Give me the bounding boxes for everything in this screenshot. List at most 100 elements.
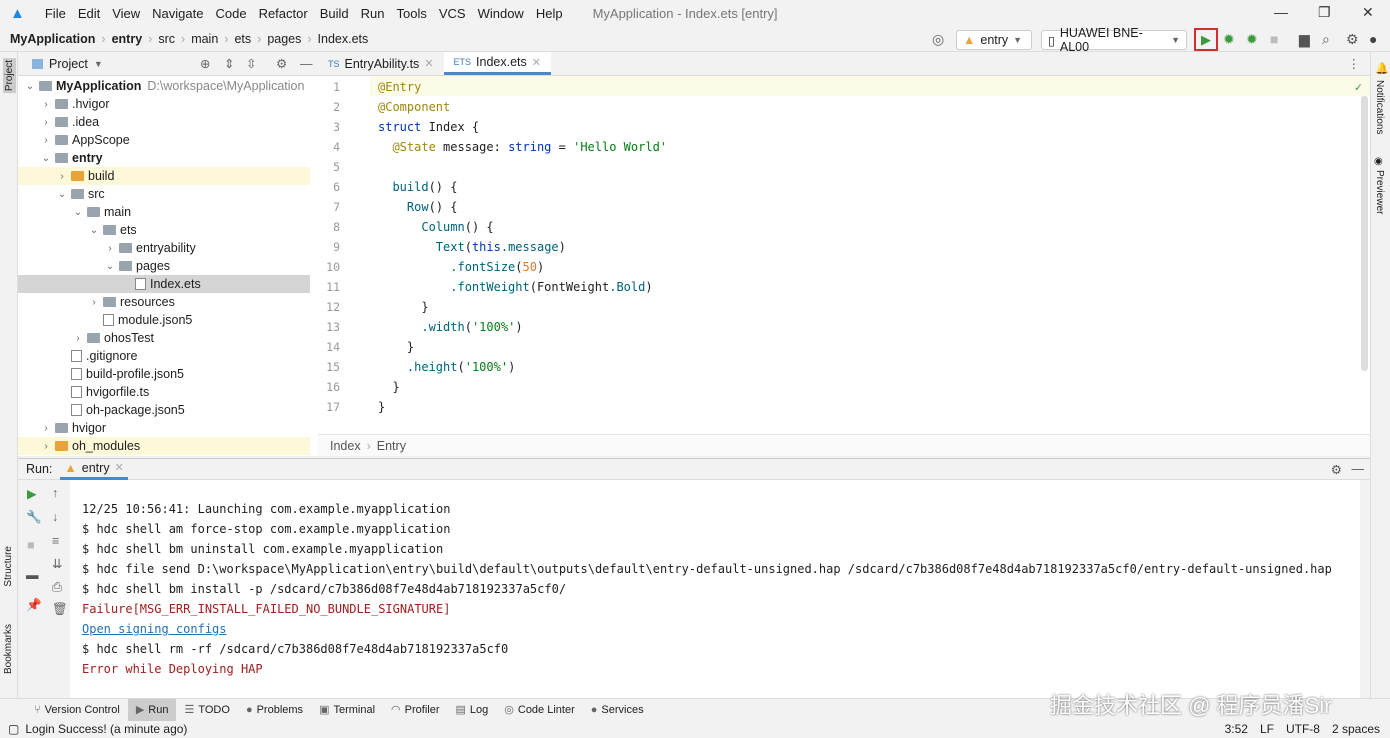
- chevron-right-icon[interactable]: ›: [40, 99, 52, 110]
- locate-icon[interactable]: ⊕: [200, 56, 210, 71]
- menu-vcs[interactable]: VCS: [433, 6, 472, 21]
- tool-tab-project[interactable]: Project: [3, 58, 16, 94]
- account-icon[interactable]: ●: [1369, 31, 1377, 47]
- open-signing-configs-link[interactable]: Open signing configs: [82, 622, 227, 636]
- menu-file[interactable]: File: [39, 6, 72, 21]
- breadcrumb-item[interactable]: src: [158, 32, 175, 46]
- chevron-down-icon[interactable]: ⌄: [40, 153, 52, 164]
- tree-item[interactable]: ⌄ pages: [18, 257, 310, 275]
- menu-run[interactable]: Run: [355, 6, 391, 21]
- tree-item[interactable]: › ohosTest: [18, 329, 310, 347]
- chevron-down-icon[interactable]: ⌄: [88, 225, 100, 236]
- breadcrumb-item[interactable]: ets: [234, 32, 251, 46]
- soft-wrap-icon[interactable]: ≡: [52, 534, 59, 548]
- chevron-down-icon[interactable]: ⌄: [72, 207, 84, 218]
- minimize-button[interactable]: —: [1274, 4, 1288, 20]
- tree-item[interactable]: › oh_modules: [18, 437, 310, 455]
- chevron-down-icon[interactable]: ⌄: [56, 189, 68, 200]
- tool-button-terminal[interactable]: ▣ Terminal: [311, 699, 383, 721]
- tree-item[interactable]: hvigorfile.ts: [18, 383, 310, 401]
- wrench-icon[interactable]: 🔧: [26, 510, 42, 525]
- tree-item[interactable]: oh-package.json5: [18, 401, 310, 419]
- chevron-right-icon[interactable]: ›: [40, 135, 52, 146]
- tree-item[interactable]: › hvigor: [18, 419, 310, 437]
- crumb-index[interactable]: Index: [330, 439, 361, 453]
- tool-tab-structure[interactable]: Structure: [3, 546, 14, 587]
- close-icon[interactable]: ✕: [424, 57, 433, 70]
- tool-tab-previewer[interactable]: Previewer: [1374, 170, 1385, 214]
- breadcrumb-item[interactable]: entry: [112, 32, 143, 46]
- chevron-right-icon[interactable]: ›: [88, 297, 100, 308]
- menu-help[interactable]: Help: [530, 6, 569, 21]
- breadcrumb-item[interactable]: pages: [267, 32, 301, 46]
- tree-item[interactable]: › AppScope: [18, 131, 310, 149]
- expand-all-icon[interactable]: ⇕: [224, 56, 234, 71]
- crumb-entry[interactable]: Entry: [377, 439, 406, 453]
- run-button[interactable]: ▶: [1194, 28, 1218, 51]
- close-icon[interactable]: ✕: [532, 56, 541, 69]
- tree-item[interactable]: ⌄ entry: [18, 149, 310, 167]
- collapse-all-icon[interactable]: ⇳: [246, 56, 256, 71]
- tree-item[interactable]: › build: [18, 167, 310, 185]
- stop-icon[interactable]: ■: [1270, 31, 1278, 47]
- tool-button-services[interactable]: ● Services: [583, 699, 652, 721]
- tool-button-run[interactable]: ▶ Run: [127, 698, 177, 721]
- attach-debugger-icon[interactable]: ✹: [1246, 31, 1258, 48]
- device-manager-icon[interactable]: ▆: [1299, 31, 1310, 48]
- tree-item[interactable]: › entryability: [18, 239, 310, 257]
- down-icon[interactable]: ↓: [52, 510, 58, 524]
- search-icon[interactable]: ⌕: [1322, 31, 1330, 48]
- tree-item[interactable]: ⌄ MyApplication D:\workspace\MyApplication: [18, 77, 310, 95]
- line-separator[interactable]: LF: [1260, 722, 1274, 736]
- chevron-right-icon[interactable]: ›: [56, 171, 68, 182]
- menu-tools[interactable]: Tools: [390, 6, 432, 21]
- hide-icon[interactable]: —: [300, 57, 313, 71]
- stop-icon[interactable]: ■: [27, 538, 35, 552]
- hide-icon[interactable]: —: [1352, 462, 1365, 476]
- tool-button-profiler[interactable]: ◠ Profiler: [383, 699, 447, 721]
- chevron-right-icon[interactable]: ›: [40, 423, 52, 434]
- tool-tab-notifications[interactable]: Notifications: [1374, 80, 1385, 134]
- close-icon[interactable]: ✕: [115, 461, 124, 474]
- menu-view[interactable]: View: [106, 6, 146, 21]
- chevron-right-icon[interactable]: ›: [72, 333, 84, 344]
- tree-item[interactable]: .gitignore: [18, 347, 310, 365]
- tree-item[interactable]: ⌄ ets: [18, 221, 310, 239]
- tree-item[interactable]: › resources: [18, 293, 310, 311]
- tree-item[interactable]: ⌄ main: [18, 203, 310, 221]
- chevron-right-icon[interactable]: ›: [40, 441, 52, 452]
- gear-icon[interactable]: ⚙: [1346, 31, 1359, 48]
- maximize-button[interactable]: ❐: [1318, 4, 1331, 21]
- menu-edit[interactable]: Edit: [72, 6, 106, 21]
- tool-button-log[interactable]: ▤ Log: [448, 699, 497, 721]
- menu-window[interactable]: Window: [472, 6, 530, 21]
- chevron-right-icon[interactable]: ›: [104, 243, 116, 254]
- tool-button-code-linter[interactable]: ◎ Code Linter: [496, 699, 582, 721]
- module-select[interactable]: ▲ entry ▼: [956, 30, 1032, 50]
- gear-icon[interactable]: ⚙: [276, 56, 287, 71]
- run-console[interactable]: 12/25 10:56:41: Launching com.example.my…: [70, 480, 1360, 698]
- tree-item[interactable]: Index.ets: [18, 275, 310, 293]
- indent-setting[interactable]: 2 spaces: [1332, 722, 1380, 736]
- trash-icon[interactable]: 🗑: [52, 602, 68, 617]
- tool-tab-bookmarks[interactable]: Bookmarks: [3, 624, 14, 674]
- file-encoding[interactable]: UTF-8: [1286, 722, 1320, 736]
- caret-position[interactable]: 3:52: [1225, 722, 1248, 736]
- scroll-to-end-icon[interactable]: ⇊: [52, 556, 62, 571]
- debug-icon[interactable]: ✹: [1223, 31, 1235, 48]
- tool-button-version-control[interactable]: ⑂ Version Control: [26, 699, 128, 721]
- menu-code[interactable]: Code: [209, 6, 252, 21]
- tree-item[interactable]: ⌄ src: [18, 185, 310, 203]
- menu-refactor[interactable]: Refactor: [253, 6, 314, 21]
- run-config-tab[interactable]: ▲ entry ✕: [60, 458, 128, 480]
- more-icon[interactable]: ⋮: [1348, 56, 1361, 71]
- gear-icon[interactable]: ⚙: [1331, 462, 1342, 477]
- target-icon[interactable]: ◎: [932, 31, 944, 48]
- chevron-right-icon[interactable]: ›: [40, 117, 52, 128]
- editor-scrollbar[interactable]: [1361, 96, 1368, 371]
- pin-icon[interactable]: 📌: [26, 598, 42, 613]
- tree-item[interactable]: build-profile.json5: [18, 365, 310, 383]
- device-select[interactable]: ▯ HUAWEI BNE-AL00 ▼: [1041, 26, 1187, 54]
- tree-item[interactable]: module.json5: [18, 311, 310, 329]
- rerun-icon[interactable]: ▶: [27, 486, 37, 501]
